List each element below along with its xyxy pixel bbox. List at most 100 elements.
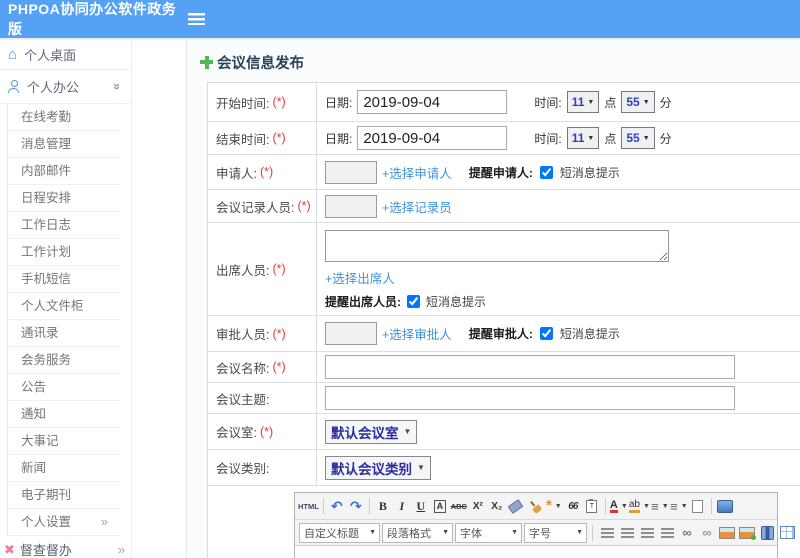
image-upload-icon[interactable] (738, 523, 756, 543)
sms-label: 短消息提示 (426, 295, 487, 309)
paste-text-icon[interactable] (583, 496, 601, 516)
align-center-icon[interactable] (618, 523, 636, 543)
superscript-icon[interactable]: X² (469, 496, 487, 516)
caret-down-icon: ▼ (417, 463, 425, 472)
sidebar-item-mail[interactable]: 内部邮件 (8, 158, 120, 185)
start-hour-select[interactable]: 11 ▼ (566, 91, 600, 113)
sidebar-item-settings[interactable]: 个人设置 » (8, 509, 120, 536)
choose-recorder-link[interactable]: +选择记录员 (382, 197, 452, 216)
app-title: PHPOA协同办公软件政务版 (8, 1, 177, 37)
font-color-icon[interactable]: A ▼ (609, 496, 628, 516)
format-brush-icon[interactable] (526, 496, 544, 516)
end-hour-select[interactable]: 11 ▼ (566, 127, 600, 149)
date-label: 日期: (325, 95, 353, 110)
sidebar-item-worklog[interactable]: 工作日志 (8, 212, 120, 239)
sidebar-item-office[interactable]: 个人办公 » (0, 70, 131, 104)
sidebar-item-news[interactable]: 新闻 (8, 455, 120, 482)
media-icon[interactable] (758, 523, 776, 543)
sidebar-item-contacts[interactable]: 通讯录 (8, 320, 120, 347)
font-border-icon[interactable]: A (431, 496, 449, 516)
choose-attendees-link[interactable]: +选择出席人 (325, 268, 395, 287)
toolbar-separator (710, 498, 712, 514)
sidebar-item-attendance[interactable]: 在线考勤 (8, 104, 120, 131)
sidebar-item-events[interactable]: 大事记 (8, 428, 120, 455)
editor-content-area[interactable] (295, 546, 777, 558)
attendees-textarea[interactable] (325, 230, 669, 262)
sidebar-item-label: 个人办公 (27, 80, 80, 95)
italic-icon[interactable]: I (393, 496, 411, 516)
top-bar: PHPOA协同办公软件政务版 (0, 0, 800, 38)
choose-applicant-link[interactable]: +选择申请人 (382, 163, 452, 182)
supervise-icon: ✖ (4, 541, 15, 557)
bold-icon[interactable]: B (374, 496, 392, 516)
attendees-sms-checkbox[interactable] (407, 295, 420, 308)
applicant-sms-checkbox[interactable] (539, 165, 553, 179)
redo-icon[interactable]: ↷ (347, 496, 365, 516)
eraser-icon[interactable] (507, 496, 525, 516)
form-row-approver: 审批人员: (*) +选择审批人 提醒审批人: 短消息提示 (208, 316, 800, 352)
caret-down-icon: ▼ (587, 134, 595, 142)
highlight-color-icon[interactable]: ab ▼ (628, 496, 650, 516)
sidebar-item-label: 个人设置 (21, 515, 72, 529)
field-label: 会议记录人员: (216, 200, 295, 215)
field-label: 会议室: (216, 426, 257, 440)
menu-toggle-icon[interactable] (188, 13, 205, 25)
sidebar-item-ejournal[interactable]: 电子期刊 (8, 482, 120, 509)
required-mark: (*) (297, 199, 311, 213)
caret-down-icon: ▼ (642, 134, 650, 142)
new-page-icon[interactable] (689, 496, 707, 516)
underline-icon[interactable]: U (412, 496, 430, 516)
paragraph-format-select[interactable]: 段落格式 ▼ (382, 522, 453, 543)
sidebar-item-notice[interactable]: 通知 (8, 401, 120, 428)
end-date-input[interactable] (357, 126, 508, 150)
end-minute-select[interactable]: 55 ▼ (621, 127, 655, 149)
required-mark: (*) (259, 424, 274, 439)
font-family-select[interactable]: 字体 ▼ (455, 522, 522, 543)
approver-sms-checkbox[interactable] (539, 327, 553, 340)
sidebar-item-schedule[interactable]: 日程安排 (8, 185, 120, 212)
blockquote-icon[interactable]: 66 (564, 496, 582, 516)
start-minute-select[interactable]: 55 ▼ (621, 91, 655, 113)
meeting-category-select[interactable]: 默认会议类别 ▼ (325, 455, 431, 480)
meeting-name-input[interactable] (325, 355, 735, 379)
subscript-icon[interactable]: X₂ (488, 496, 506, 516)
home-icon: ⌂ (8, 46, 18, 63)
strikethrough-icon[interactable]: ABC (450, 496, 468, 516)
custom-title-select[interactable]: 自定义标题 ▼ (299, 522, 380, 543)
sidebar-item-supervise[interactable]: ✖ 督查督办 » (0, 536, 131, 558)
html-source-button[interactable]: HTML (298, 496, 319, 516)
sidebar-item-meeting-service[interactable]: 会务服务 (8, 347, 120, 374)
sidebar-item-announcement[interactable]: 公告 (8, 374, 120, 401)
sidebar-item-messages[interactable]: 消息管理 (8, 131, 120, 158)
align-left-icon[interactable] (598, 523, 616, 543)
field-label: 会议类别: (216, 462, 270, 476)
link-icon[interactable]: ∞ (678, 523, 696, 543)
font-size-select[interactable]: 字号 ▼ (524, 522, 587, 543)
field-label: 结束时间: (216, 132, 270, 147)
align-justify-icon[interactable] (658, 523, 676, 543)
sidebar-item-workplan[interactable]: 工作计划 (8, 239, 120, 266)
page-title: 会议信息发布 (187, 40, 800, 72)
undo-icon[interactable]: ↶ (328, 496, 346, 516)
required-mark: (*) (272, 326, 286, 341)
sidebar-item-file-cabinet[interactable]: 个人文件柜 (8, 293, 120, 320)
remind-attendees-label: 提醒出席人员: (325, 295, 401, 309)
ordered-list-icon[interactable]: ≡ ▼ (651, 496, 669, 516)
start-date-input[interactable] (357, 90, 508, 114)
table-icon[interactable] (778, 523, 796, 543)
fullscreen-icon[interactable] (716, 496, 734, 516)
styles-icon[interactable]: * ▼ (545, 496, 563, 516)
applicant-input[interactable] (325, 160, 377, 184)
unordered-list-icon[interactable]: ≡ ▼ (670, 496, 688, 516)
sidebar-item-desktop[interactable]: ⌂ 个人桌面 (0, 40, 131, 70)
unlink-icon[interactable]: ∞ (698, 523, 716, 543)
choose-approver-link[interactable]: +选择审批人 (382, 324, 452, 343)
sidebar-item-sms[interactable]: 手机短信 (8, 266, 120, 293)
approver-input[interactable] (325, 322, 377, 345)
recorder-input[interactable] (325, 194, 377, 218)
rich-text-editor: HTML ↶ ↷ B I U A ABC X² X₂ * ▼ 66 T A ▼ … (294, 492, 795, 558)
align-right-icon[interactable] (638, 523, 656, 543)
image-icon[interactable] (718, 523, 736, 543)
meeting-room-select[interactable]: 默认会议室 ▼ (325, 419, 418, 444)
meeting-topic-input[interactable] (325, 386, 735, 410)
